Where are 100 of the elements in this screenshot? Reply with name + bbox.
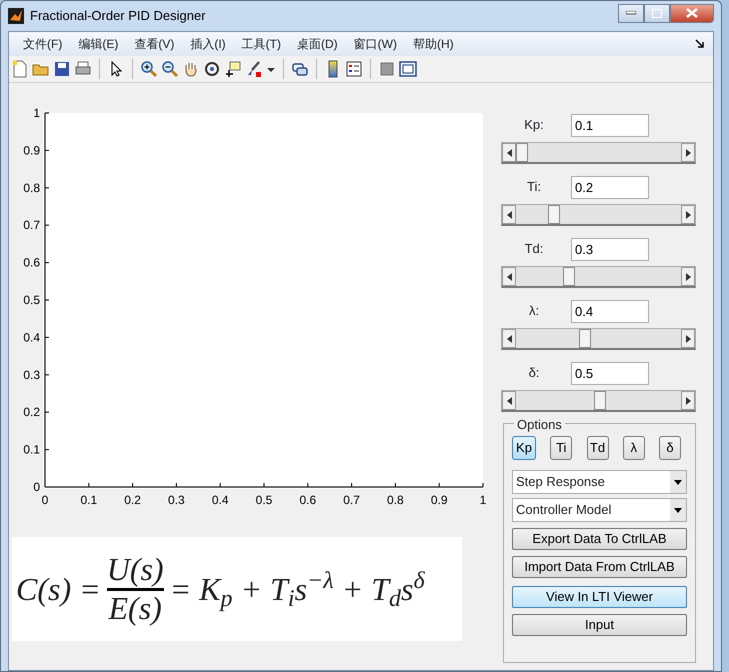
scroll-right-button[interactable]	[681, 391, 695, 410]
x-tick-label: 0.1	[80, 493, 98, 507]
scroll-left-button[interactable]	[502, 329, 516, 348]
action-button[interactable]: Input	[512, 614, 687, 636]
menu-item[interactable]: 查看(V)	[126, 35, 182, 53]
menu-item[interactable]: 编辑(E)	[70, 35, 126, 53]
scroll-left-button[interactable]	[502, 205, 516, 224]
toggle-button[interactable]: δ	[659, 436, 681, 460]
close-icon[interactable]	[686, 8, 698, 18]
y-tick-label: 0.2	[23, 405, 40, 420]
dropdown-value: Controller Model	[516, 501, 612, 520]
right-arrow-icon[interactable]	[686, 334, 690, 342]
scroll-right-button[interactable]	[681, 267, 695, 286]
toggle-button[interactable]: λ	[622, 436, 645, 460]
left-arrow-icon[interactable]	[506, 210, 512, 218]
right-arrow-icon[interactable]	[686, 272, 690, 280]
menu-item[interactable]: 插入(I)	[182, 35, 234, 53]
parameter-label: λ:	[528, 302, 540, 320]
formula-text: = K$_{p}$ + T$_{i}$s$^{−λ}$ + T$_{d}$s$^{δ}$	[170, 567, 425, 613]
app-logo-icon	[8, 8, 24, 24]
menu-item[interactable]: 帮助(H)	[404, 35, 462, 53]
x-tick-label: 0.6	[299, 493, 316, 507]
scroll-left-button[interactable]	[502, 267, 516, 286]
parameter-label: δ:	[528, 364, 540, 382]
scroll-right-button[interactable]	[681, 143, 695, 162]
data-cursor-icon[interactable]	[224, 60, 242, 78]
slider-thumb[interactable]	[578, 329, 591, 348]
square-icon[interactable]	[378, 60, 396, 78]
y-tick-label: 0.6	[23, 256, 40, 270]
slider[interactable]	[501, 390, 696, 412]
parameter-label: Td:	[524, 240, 544, 258]
parameter-input[interactable]: 0.5	[571, 362, 649, 384]
slider-thumb[interactable]	[548, 205, 560, 224]
close-button[interactable]	[670, 4, 714, 22]
parameter-input[interactable]: 0.1	[571, 114, 649, 136]
dock-arrow-icon[interactable]	[695, 39, 705, 49]
minimize-button[interactable]	[618, 4, 644, 22]
legend-icon[interactable]	[345, 60, 363, 78]
fraction-bar	[106, 588, 164, 590]
x-tick-label: 0.5	[256, 493, 272, 507]
scroll-right-button[interactable]	[681, 205, 695, 224]
dropdown[interactable]: Controller Model	[512, 498, 687, 522]
y-tick-label: 0.4	[23, 330, 40, 344]
scroll-left-button[interactable]	[502, 143, 516, 162]
slider[interactable]	[501, 266, 696, 288]
right-arrow-icon[interactable]	[686, 396, 690, 404]
zoom-out-icon[interactable]	[161, 60, 179, 78]
left-arrow-icon[interactable]	[506, 148, 512, 156]
action-button[interactable]: Import Data From CtrlLAB	[512, 556, 687, 578]
right-arrow-icon[interactable]	[686, 148, 690, 156]
toggle-button[interactable]: Kp	[512, 436, 536, 460]
slider[interactable]	[501, 204, 696, 226]
y-tick-label: 0.8	[23, 180, 40, 195]
scroll-right-button[interactable]	[681, 329, 695, 348]
slider-thumb[interactable]	[594, 391, 606, 410]
new-file-icon[interactable]	[11, 60, 29, 78]
x-tick-label: 1	[480, 493, 486, 507]
toggle-button[interactable]: Ti	[550, 436, 572, 460]
toggle-button[interactable]: Td	[586, 436, 608, 460]
panel-icon[interactable]	[399, 60, 417, 78]
y-tick-label: 0.7	[23, 218, 40, 232]
slider-thumb[interactable]	[516, 143, 528, 162]
maximize-button[interactable]	[644, 4, 670, 22]
left-arrow-icon[interactable]	[506, 396, 512, 404]
right-arrow-icon[interactable]	[686, 210, 690, 218]
y-tick-label: 0.3	[23, 368, 40, 382]
parameter-label: Ti:	[526, 178, 542, 196]
x-tick-label: 0.3	[168, 493, 185, 507]
scroll-left-button[interactable]	[502, 391, 516, 410]
parameter-input[interactable]: 0.4	[571, 300, 649, 322]
slider[interactable]	[501, 328, 696, 350]
parameter-input[interactable]: 0.2	[571, 176, 649, 198]
formula-text: E(s)	[108, 590, 162, 626]
action-button[interactable]: Export Data To CtrlLAB	[512, 528, 687, 550]
minimize-icon[interactable]	[626, 11, 636, 15]
save-icon[interactable]	[53, 60, 71, 78]
dropdown[interactable]: Step Response	[512, 470, 687, 494]
menu-item[interactable]: 窗口(W)	[346, 35, 405, 53]
left-arrow-icon[interactable]	[506, 272, 512, 280]
brush-icon[interactable]	[245, 60, 263, 78]
x-tick-label: 0.7	[343, 493, 360, 507]
caret-icon	[674, 508, 682, 512]
caret-icon	[674, 480, 682, 484]
y-tick-label: 0.1	[23, 442, 40, 457]
parameter-label: Kp:	[523, 116, 545, 134]
y-tick-label: 0.5	[23, 293, 40, 307]
menu-item[interactable]: 工具(T)	[234, 35, 289, 53]
menu-item[interactable]: 文件(F)	[15, 35, 70, 53]
y-tick-label: 0	[33, 480, 40, 494]
zoom-in-icon[interactable]	[140, 60, 158, 78]
x-tick-label: 0.9	[430, 493, 448, 507]
x-tick-label: 0.2	[124, 493, 141, 507]
slider[interactable]	[501, 142, 696, 164]
y-tick-label: 1	[33, 106, 40, 120]
menu-item[interactable]: 桌面(D)	[288, 35, 346, 53]
slider-thumb[interactable]	[563, 267, 576, 286]
parameter-input[interactable]: 0.3	[571, 238, 649, 260]
formula-text: C(s) =	[16, 570, 101, 609]
left-arrow-icon[interactable]	[506, 334, 512, 342]
action-button[interactable]: View In LTI Viewer	[512, 586, 687, 608]
